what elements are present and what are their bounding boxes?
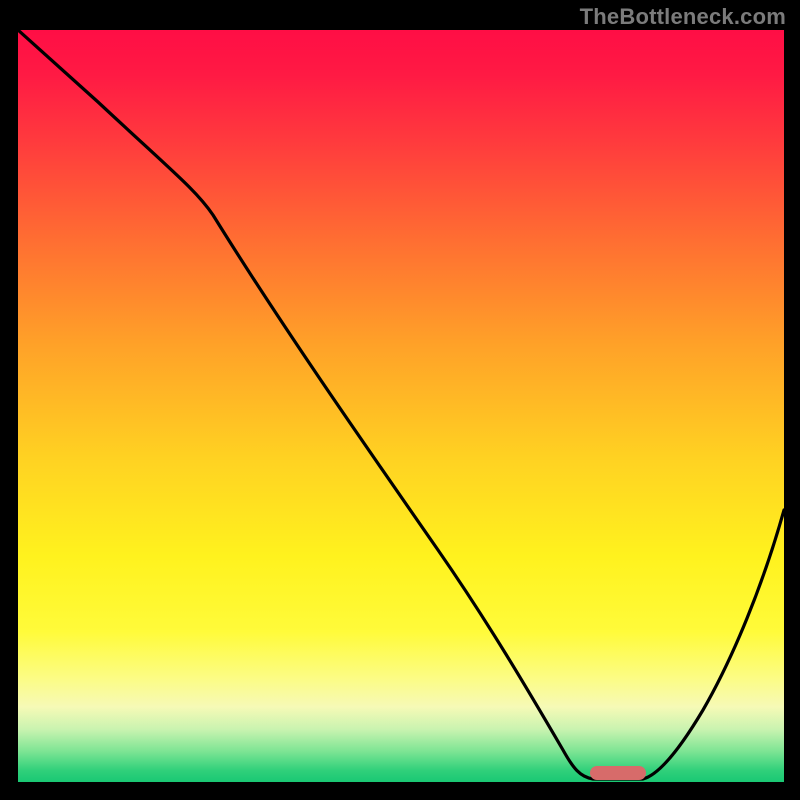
chart-curve-svg <box>18 30 784 782</box>
watermark-text: TheBottleneck.com <box>580 4 786 30</box>
bottleneck-curve-path <box>18 30 784 779</box>
optimal-range-marker <box>590 766 646 780</box>
chart-plot-area <box>18 30 784 782</box>
